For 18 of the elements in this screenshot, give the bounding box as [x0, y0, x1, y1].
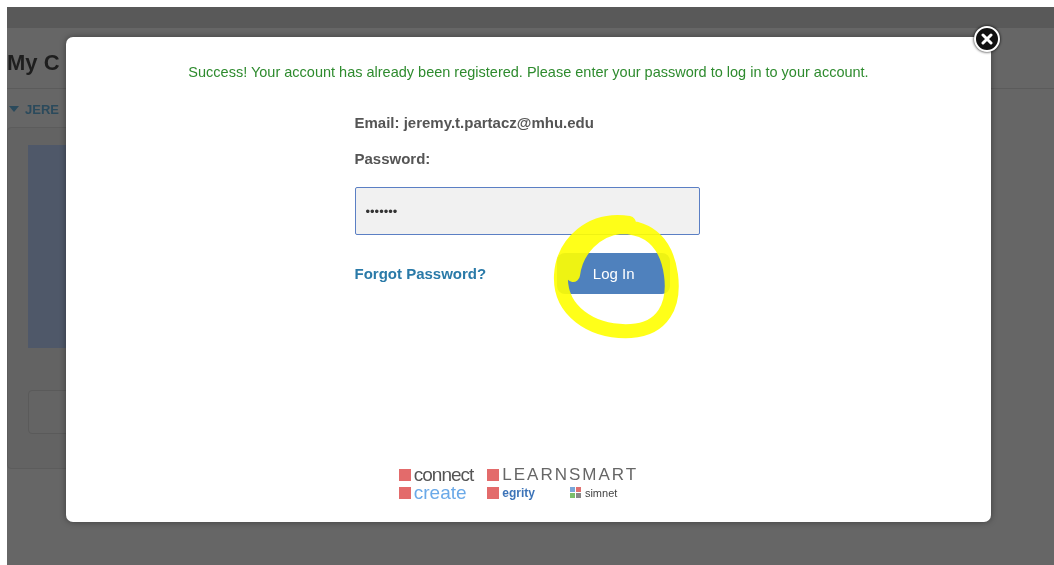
- logo-mark-icon: [398, 487, 411, 499]
- logo-mark-icon: [398, 469, 411, 481]
- close-icon: [981, 33, 993, 45]
- brand-logo-text: connect: [413, 466, 474, 484]
- page-heading: My C: [7, 50, 60, 75]
- logo-mark-icon: [487, 487, 500, 499]
- brand-logo-text: simnet: [584, 486, 618, 501]
- logo-mark-icon: [487, 469, 500, 481]
- brand-logo-text: LEARNSMART: [502, 466, 639, 484]
- success-message: Success! Your account has already been registered. Please enter your password to log in to your account.: [188, 63, 869, 81]
- brand-logo-text: egrity: [502, 485, 535, 502]
- grid-logo-icon: [569, 487, 582, 499]
- password-field[interactable]: •••••••: [354, 187, 700, 235]
- password-label: Password:: [354, 150, 432, 168]
- email-label: Email: jeremy.t.partacz@mhu.edu: [354, 114, 595, 132]
- brand-logo-text: create: [413, 484, 467, 502]
- caret-icon: [9, 106, 19, 112]
- forgot-password-link[interactable]: Forgot Password?: [354, 265, 487, 282]
